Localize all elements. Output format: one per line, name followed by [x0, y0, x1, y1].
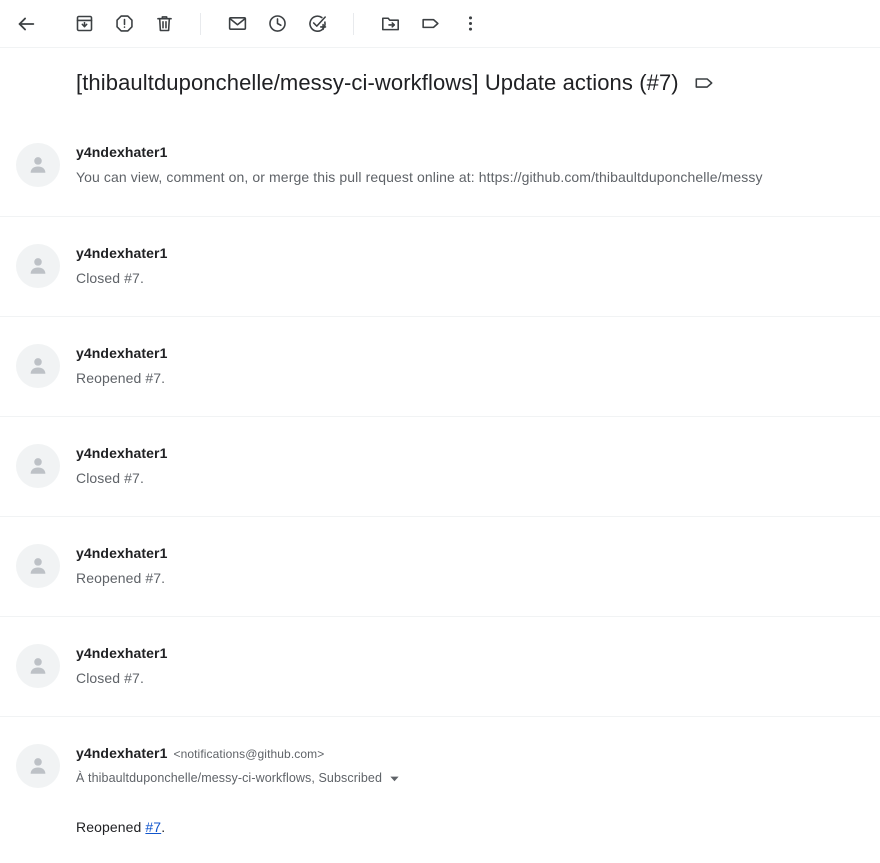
labels-button[interactable] — [410, 4, 450, 44]
person-icon — [30, 758, 46, 774]
back-arrow-icon — [15, 13, 37, 35]
avatar — [16, 344, 60, 388]
message-snippet: Closed #7. — [76, 470, 144, 486]
message-body: y4ndexhater1 Reopened #7. — [76, 343, 880, 388]
subject-row: [thibaultduponchelle/messy-ci-workflows]… — [0, 48, 880, 116]
message-body: y4ndexhater1 You can view, comment on, o… — [76, 142, 880, 187]
collapsed-message-row[interactable]: y4ndexhater1 Closed #7. — [0, 616, 880, 716]
message-snippet: You can view, comment on, or merge this … — [76, 169, 763, 185]
snooze-button[interactable] — [257, 4, 297, 44]
pull-request-link[interactable]: #7 — [145, 819, 161, 835]
message-snippet: Closed #7. — [76, 270, 144, 286]
back-button[interactable] — [6, 4, 46, 44]
message-snippet: Closed #7. — [76, 670, 144, 686]
message-snippet: Reopened #7. — [76, 370, 166, 386]
recipient-text: À thibaultduponchelle/messy-ci-workflows… — [76, 771, 383, 785]
expanded-message-row: y4ndexhater1 <notifications@github.com> … — [0, 716, 880, 863]
avatar-cell — [0, 443, 76, 488]
mark-unread-button[interactable] — [217, 4, 257, 44]
clock-icon — [267, 13, 288, 34]
move-to-button[interactable] — [370, 4, 410, 44]
avatar — [16, 644, 60, 688]
avatar-cell — [0, 243, 76, 288]
message-body: y4ndexhater1 <notifications@github.com> … — [76, 743, 880, 837]
trash-icon — [154, 13, 175, 34]
message-sender: y4ndexhater1 — [76, 245, 168, 261]
message-thread: y4ndexhater1 You can view, comment on, o… — [0, 116, 880, 863]
avatar — [16, 244, 60, 288]
message-sender: y4ndexhater1 — [76, 144, 168, 160]
person-icon — [30, 157, 46, 173]
avatar — [16, 544, 60, 588]
message-sender: y4ndexhater1 — [76, 445, 168, 461]
report-spam-button[interactable] — [104, 4, 144, 44]
avatar — [16, 744, 60, 788]
message-snippet: Reopened #7. — [76, 570, 166, 586]
delete-button[interactable] — [144, 4, 184, 44]
recipient-line[interactable]: À thibaultduponchelle/messy-ci-workflows… — [76, 769, 880, 787]
message-text-prefix: Reopened — [76, 819, 146, 835]
report-spam-icon — [114, 13, 135, 34]
message-sender: y4ndexhater1 — [76, 345, 168, 361]
message-body: y4ndexhater1 Closed #7. — [76, 243, 880, 288]
collapsed-message-row[interactable]: y4ndexhater1 Reopened #7. — [0, 516, 880, 616]
collapsed-message-row[interactable]: y4ndexhater1 You can view, comment on, o… — [0, 116, 880, 216]
archive-icon — [74, 13, 95, 34]
archive-button[interactable] — [64, 4, 104, 44]
add-task-icon — [307, 13, 328, 34]
expanded-message-header: y4ndexhater1 <notifications@github.com> — [76, 743, 880, 764]
avatar-cell — [0, 743, 76, 788]
more-button[interactable] — [450, 4, 490, 44]
label-tag-icon — [420, 13, 441, 34]
envelope-icon — [227, 13, 248, 34]
toolbar-separator-1 — [200, 12, 201, 35]
person-icon — [30, 258, 46, 274]
message-body: y4ndexhater1 Closed #7. — [76, 643, 880, 688]
sender-email: <notifications@github.com> — [173, 747, 325, 761]
move-to-folder-icon — [380, 13, 401, 34]
more-vertical-icon — [460, 13, 481, 34]
chevron-down-icon[interactable] — [389, 773, 400, 784]
collapsed-message-row[interactable]: y4ndexhater1 Closed #7. — [0, 416, 880, 516]
page-title: [thibaultduponchelle/messy-ci-workflows]… — [76, 70, 679, 95]
message-sender: y4ndexhater1 — [76, 745, 168, 761]
avatar-cell — [0, 543, 76, 588]
message-text-suffix: . — [161, 819, 166, 835]
avatar-cell — [0, 142, 76, 187]
person-icon — [30, 558, 46, 574]
person-icon — [30, 358, 46, 374]
person-icon — [30, 458, 46, 474]
avatar-cell — [0, 343, 76, 388]
avatar-cell — [0, 643, 76, 688]
toolbar-separator-2 — [353, 12, 354, 35]
person-icon — [30, 658, 46, 674]
label-tag-icon[interactable] — [693, 72, 715, 94]
collapsed-message-row[interactable]: y4ndexhater1 Closed #7. — [0, 216, 880, 316]
message-body: y4ndexhater1 Closed #7. — [76, 443, 880, 488]
avatar — [16, 444, 60, 488]
message-toolbar — [0, 0, 880, 48]
message-body: y4ndexhater1 Reopened #7. — [76, 543, 880, 588]
avatar — [16, 143, 60, 187]
message-sender: y4ndexhater1 — [76, 545, 168, 561]
add-to-tasks-button[interactable] — [297, 4, 337, 44]
collapsed-message-row[interactable]: y4ndexhater1 Reopened #7. — [0, 316, 880, 416]
message-content: Reopened #7. — [76, 817, 880, 837]
message-sender: y4ndexhater1 — [76, 645, 168, 661]
